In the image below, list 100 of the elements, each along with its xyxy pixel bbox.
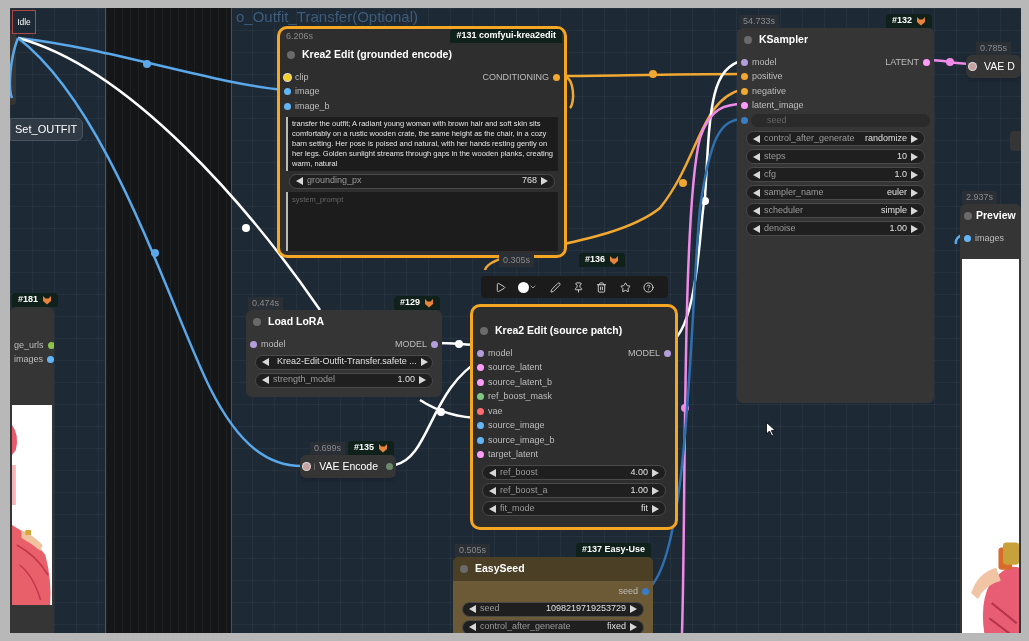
value-widget[interactable]: cfg 1.0 [746,167,925,182]
help-icon[interactable] [642,281,654,293]
group-title: o_Outfit_Transfer(Optional) [236,8,419,27]
play-icon[interactable] [495,281,507,293]
badge-label: #132 [891,14,912,28]
node-card[interactable] [277,26,567,258]
badge-label: #137 Easy-Use [581,543,645,557]
widget-value: fit [641,501,648,515]
widget-label: fit_mode [500,501,535,515]
node-title: Krea2 Edit (source patch) [495,323,623,339]
run-time: 0.474s [248,297,284,310]
widget-label: control_after_generate [764,131,855,145]
run-time: 0.785s [976,42,1012,55]
run-time: 2.937s [962,191,998,204]
widget-value: fixed [607,620,626,633]
node-title: KSampler [759,32,809,48]
input-label: source_latent [488,361,543,374]
arrow-left-icon[interactable] [296,177,303,185]
widget-label: denoise [764,221,796,235]
arrow-left-icon[interactable] [262,376,269,384]
color-picker[interactable] [518,281,538,293]
input-label: image_b [295,99,330,113]
pin-icon[interactable] [573,281,584,293]
node-title: Load LoRA [268,314,324,330]
badge-label: #136 [584,253,605,267]
arrow-right-icon[interactable] [630,605,637,613]
value-widget[interactable]: denoise 1.00 [746,221,925,236]
node-title: Preview [976,208,1016,224]
value-widget[interactable]: strength_model 1.00 [255,372,433,388]
pen-icon[interactable] [549,281,561,293]
widget-value: 4.00 [630,465,648,479]
widget-value: 768 [521,174,537,188]
widget-label: scheduler [764,203,804,217]
output-label: MODEL [395,337,427,351]
value-widget[interactable]: seed 1098219719253729 [462,601,644,617]
node-stub [1010,131,1021,151]
widget-value: 1.00 [397,373,415,387]
fox-icon [42,295,53,305]
run-time: 0.305s [499,254,535,267]
output-label: ge_urls [14,338,44,352]
output-label: LATENT [885,55,919,69]
input-label: clip [295,70,309,84]
star-icon[interactable] [619,281,631,293]
collapsed-node[interactable]: VAE Encode [300,455,396,478]
value-widget[interactable]: ref_boost_a 1.00 [482,483,666,498]
value-widget[interactable]: ref_boost 4.00 [482,465,666,480]
value-widget[interactable]: sampler_name euler [746,185,925,200]
value-widget[interactable]: grounding_px 768 [289,173,555,189]
run-time: 0.699s [310,442,346,455]
node-card[interactable]: Krea2 Edit (source patch) model MODEL source_latent source_latent_b ref_boost_mask vae source_image source_image_b target_latent ref_boost 4.00 ref_boost_a 1.00 fit_mode fit [470,304,678,530]
input-label: image [295,85,320,98]
output-label: seed [618,584,638,598]
value-widget[interactable]: control_after_generate fixed [462,619,644,633]
widget-label: seed [480,602,500,616]
widget-value: 1.0 [894,167,907,181]
arrow-right-icon[interactable] [420,358,428,366]
input-label: target_latent [488,448,539,461]
badge-label: #129 [399,296,420,310]
output-label: images [14,353,43,366]
value-widget[interactable]: scheduler simple [746,203,925,218]
widget-label: steps [764,149,786,163]
node-title: EasySeed [475,561,525,577]
widget-label: control_after_generate [480,620,571,633]
input-label: source_image [488,419,545,432]
input-label: model [261,337,286,351]
badge-label: #131 comfyui-krea2edit [456,29,556,43]
widget-value: 1.00 [630,483,648,497]
fox-icon [916,16,926,26]
badge-label: #181 [18,293,39,307]
widget-label: ref_boost_a [500,483,548,497]
widget-value: 1098219719253729 [545,602,626,616]
input-label: vae [488,404,503,418]
arrow-right-icon[interactable] [541,177,548,185]
arrow-right-icon[interactable] [630,623,637,631]
value-widget[interactable]: control_after_generate randomize [746,131,925,146]
arrow-left-icon[interactable] [469,623,476,631]
arrow-right-icon[interactable] [419,376,426,384]
value-widget[interactable]: fit_mode fit [482,501,666,516]
caret-icon [529,283,538,291]
arrow-left-icon[interactable] [262,358,269,366]
widget-label: ref_boost [500,465,538,479]
input-label: ref_boost_mask [488,390,553,403]
value-widget[interactable]: steps 10 [746,149,925,164]
input-label: images [975,231,1004,245]
output-label: MODEL [628,346,660,360]
arrow-left-icon[interactable] [469,605,476,613]
trash-icon[interactable] [596,281,608,293]
run-time: 6.206s [285,30,315,43]
widget-value: 10 [897,149,907,163]
status-badge: Idle [12,10,36,34]
node-canvas[interactable] [10,8,1021,633]
widget-value: euler [887,185,907,199]
collapsed-node[interactable]: VAE D [966,55,1021,78]
input-label: source_image_b [488,433,555,447]
set-node[interactable]: Set_OUTFIT [10,118,83,141]
input-label: model [488,346,513,360]
widget-label: cfg [764,167,776,181]
run-time: 54.733s [739,15,780,28]
widget-value: Krea2-Edit-Outfit-Transfer.safete ... [277,355,417,369]
value-widget[interactable]: Krea2-Edit-Outfit-Transfer.safete ... [255,354,433,370]
